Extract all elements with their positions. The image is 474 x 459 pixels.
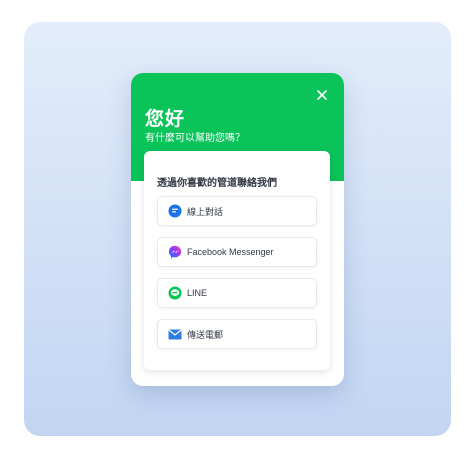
live-chat-button[interactable]: 線上對話 xyxy=(157,196,317,226)
email-label: 傳送電郵 xyxy=(187,329,224,340)
greeting-title: 您好 xyxy=(145,109,186,130)
messenger-button[interactable]: Facebook Messenger xyxy=(157,237,317,267)
line-icon xyxy=(168,286,182,300)
channel-card: 透過你喜歡的管道聯絡我們 線上對話 Facebook Messenger LIN… xyxy=(144,151,330,370)
messenger-icon xyxy=(168,245,182,259)
close-icon xyxy=(317,90,327,100)
greeting-subtitle: 有什麼可以幫助您嗎？ xyxy=(145,133,245,144)
email-icon xyxy=(168,327,182,341)
email-button[interactable]: 傳送電郵 xyxy=(157,319,317,349)
live-chat-icon xyxy=(168,204,182,218)
line-label: LINE xyxy=(187,288,208,298)
contact-widget: 您好 有什麼可以幫助您嗎？ 透過你喜歡的管道聯絡我們 線上對話 Facebook… xyxy=(131,73,344,386)
close-button[interactable] xyxy=(313,86,331,104)
channel-card-title: 透過你喜歡的管道聯絡我們 xyxy=(157,178,277,189)
line-button[interactable]: LINE xyxy=(157,278,317,308)
live-chat-label: 線上對話 xyxy=(187,206,224,217)
messenger-label: Facebook Messenger xyxy=(187,247,274,257)
